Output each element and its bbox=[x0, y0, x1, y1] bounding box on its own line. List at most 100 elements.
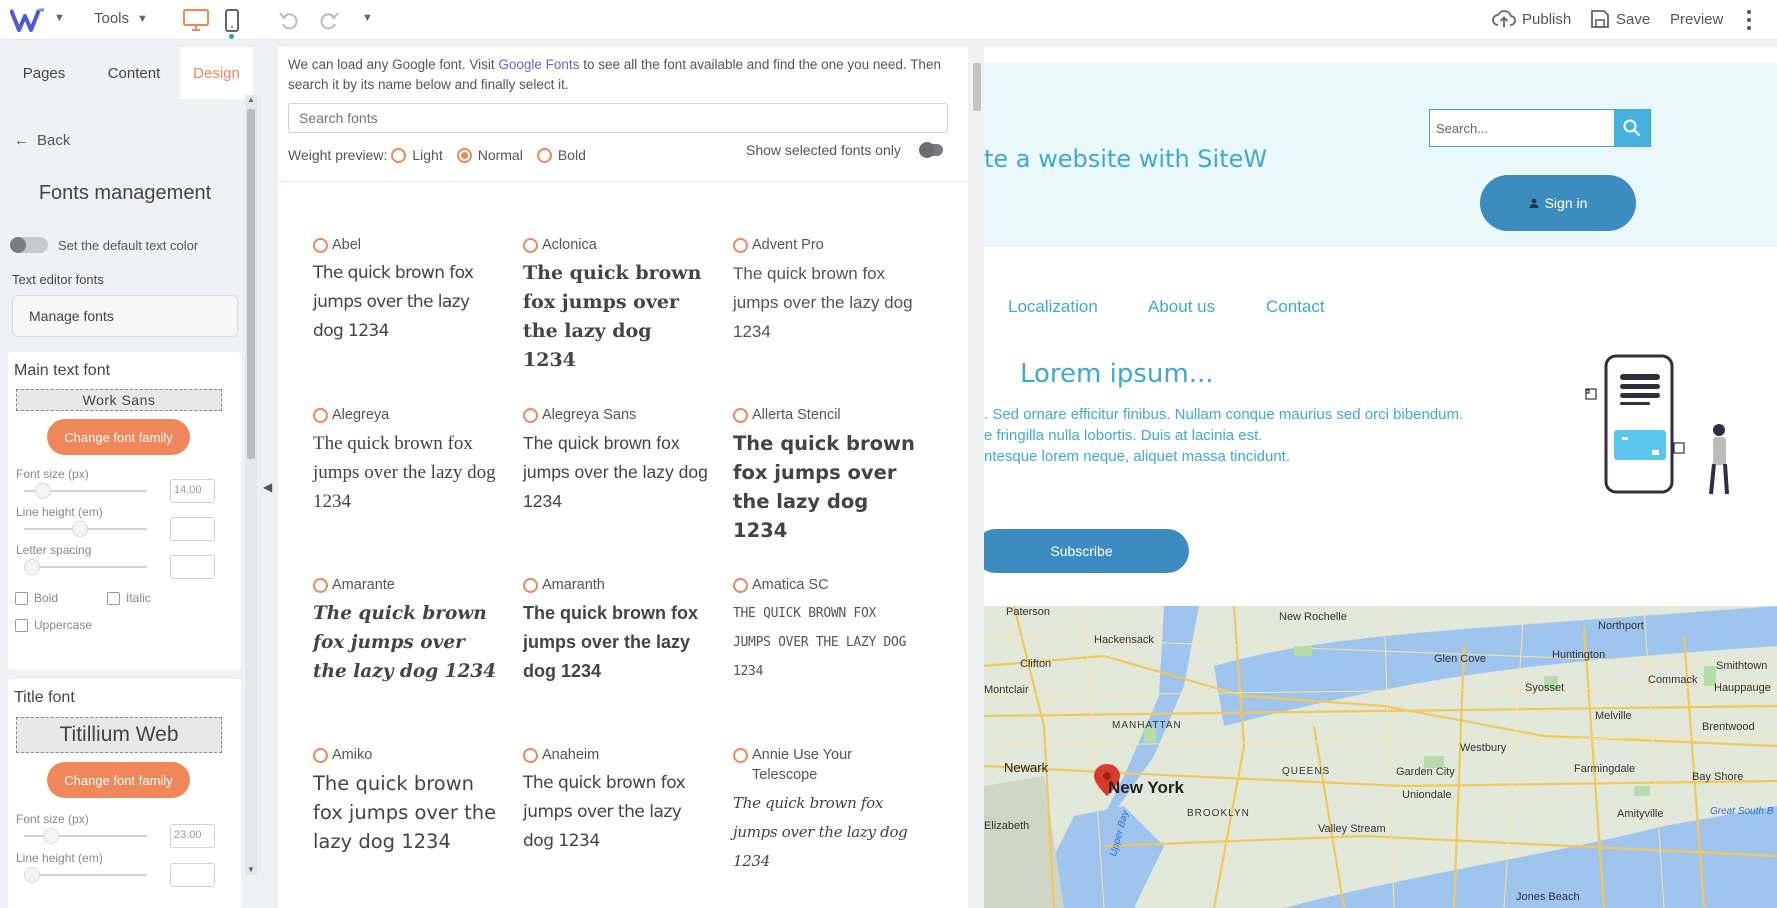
show-selected-toggle[interactable] bbox=[918, 142, 943, 158]
font-radio-alegreya[interactable] bbox=[313, 408, 328, 423]
sign-in-button[interactable]: Sign in bbox=[1480, 175, 1636, 231]
publish-button[interactable]: Publish bbox=[1492, 9, 1571, 29]
nav-about-us[interactable]: About us bbox=[1148, 297, 1215, 317]
main-text-font-card: Main text font Work Sans Change font fam… bbox=[8, 352, 241, 670]
font-radio-amaranth[interactable] bbox=[523, 578, 538, 593]
font-radio-amarante[interactable] bbox=[313, 578, 328, 593]
default-text-color-toggle[interactable] bbox=[10, 237, 48, 253]
title-line-height-input[interactable] bbox=[170, 863, 215, 887]
collapse-panel-icon[interactable]: ◀ bbox=[263, 480, 272, 494]
weight-normal-radio[interactable] bbox=[456, 147, 472, 163]
font-option-amiko[interactable]: Amiko The quick brown fox jumps over the… bbox=[313, 745, 498, 856]
title-font-size-slider[interactable] bbox=[24, 828, 147, 844]
font-option-amarante[interactable]: Amarante The quick brown fox jumps over … bbox=[313, 575, 498, 686]
letter-spacing-slider-thumb[interactable] bbox=[24, 559, 40, 575]
weight-bold-radio[interactable] bbox=[536, 147, 552, 163]
weight-normal-option[interactable]: Normal bbox=[453, 147, 523, 163]
tab-design[interactable]: Design bbox=[180, 47, 253, 99]
more-options-icon[interactable] bbox=[1744, 6, 1754, 34]
letter-spacing-input[interactable] bbox=[170, 555, 215, 579]
nav-localization[interactable]: Localization bbox=[1008, 297, 1098, 317]
uppercase-checkbox-box[interactable] bbox=[15, 618, 28, 632]
mobile-view-icon[interactable] bbox=[224, 9, 240, 33]
font-size-slider[interactable] bbox=[24, 483, 147, 499]
font-radio-amatica-sc[interactable] bbox=[733, 578, 748, 593]
nav-contact[interactable]: Contact bbox=[1266, 297, 1325, 317]
font-option-allerta-stencil[interactable]: Allerta Stencil The quick brown fox jump… bbox=[733, 405, 918, 545]
title-line-height-slider-thumb[interactable] bbox=[24, 867, 40, 883]
subscribe-button[interactable]: Subscribe bbox=[984, 529, 1189, 573]
weight-light-radio[interactable] bbox=[391, 147, 407, 163]
lorem-title: Lorem ipsum... bbox=[1020, 359, 1214, 389]
font-radio-alegreya-sans[interactable] bbox=[523, 408, 538, 423]
google-fonts-panel: We can load any Google font. Visit Googl… bbox=[278, 47, 968, 908]
search-fonts-input[interactable] bbox=[288, 103, 948, 133]
title-line-height-slider[interactable] bbox=[24, 867, 147, 883]
weight-light-option[interactable]: Light bbox=[387, 147, 443, 163]
font-option-amatica-sc[interactable]: Amatica SC The quick brown fox jumps ove… bbox=[733, 575, 918, 686]
bold-label: Bold bbox=[34, 591, 59, 605]
font-option-alegreya-sans[interactable]: Alegreya Sans The quick brown fox jumps … bbox=[523, 405, 708, 516]
site-search-input[interactable]: Search... bbox=[1430, 110, 1614, 146]
font-option-anaheim[interactable]: Anaheim The quick brown fox jumps over t… bbox=[523, 745, 708, 856]
uppercase-checkbox[interactable]: Uppercase bbox=[15, 618, 92, 632]
scroll-up-icon[interactable]: ▲ bbox=[247, 95, 255, 104]
tools-menu[interactable]: Tools ▼ bbox=[94, 10, 148, 27]
preview-button[interactable]: Preview bbox=[1670, 11, 1723, 28]
line-height-input[interactable] bbox=[170, 517, 215, 541]
map-label: Westbury bbox=[1460, 742, 1507, 754]
bold-checkbox[interactable]: Bold bbox=[15, 591, 58, 605]
line-height-slider[interactable] bbox=[24, 521, 147, 537]
letter-spacing-slider[interactable] bbox=[24, 559, 147, 575]
font-radio-amiko[interactable] bbox=[313, 748, 328, 763]
fonts-panel-scrollbar-thumb[interactable] bbox=[973, 63, 981, 111]
font-option-aclonica[interactable]: Aclonica The quick brown fox jumps over … bbox=[523, 235, 708, 375]
font-option-abel[interactable]: Abel The quick brown fox jumps over the … bbox=[313, 235, 498, 346]
font-radio-annie-use-your-telescope[interactable] bbox=[733, 748, 748, 763]
font-option-advent-pro[interactable]: Advent Pro The quick brown fox jumps ove… bbox=[733, 235, 918, 346]
font-sample: The quick brown fox jumps over the lazy … bbox=[523, 603, 699, 681]
redo-icon[interactable] bbox=[317, 8, 341, 32]
change-main-font-button[interactable]: Change font family bbox=[47, 419, 190, 455]
title-font-size-input[interactable]: 23.00 bbox=[170, 824, 215, 848]
change-title-font-button[interactable]: Change font family bbox=[47, 762, 190, 798]
font-size-slider-thumb[interactable] bbox=[34, 483, 51, 499]
sidebar-scrollbar[interactable]: ▲ ▼ bbox=[245, 95, 257, 875]
site-search-button[interactable] bbox=[1614, 110, 1650, 146]
font-name: Anaheim bbox=[542, 747, 600, 763]
undo-icon[interactable] bbox=[277, 8, 301, 32]
font-radio-aclonica[interactable] bbox=[523, 238, 538, 253]
save-button[interactable]: Save bbox=[1590, 9, 1650, 29]
fonts-intro-text: We can load any Google font. Visit Googl… bbox=[288, 55, 948, 95]
google-fonts-link[interactable]: Google Fonts bbox=[498, 57, 579, 72]
default-text-color-toggle-row[interactable]: Set the default text color bbox=[10, 237, 198, 253]
italic-checkbox[interactable]: Italic bbox=[107, 591, 151, 605]
desktop-view-icon[interactable] bbox=[183, 9, 209, 31]
scroll-down-icon[interactable]: ▼ bbox=[247, 865, 255, 874]
font-radio-anaheim[interactable] bbox=[523, 748, 538, 763]
font-option-annie-use-your-telescope[interactable]: Annie Use Your Telescope The quick brown… bbox=[733, 745, 918, 876]
history-chevron-icon[interactable]: ▼ bbox=[362, 12, 373, 24]
manage-fonts-button[interactable]: Manage fonts bbox=[12, 295, 238, 337]
tab-pages[interactable]: Pages bbox=[0, 47, 88, 99]
bold-checkbox-box[interactable] bbox=[15, 591, 28, 605]
font-option-amaranth[interactable]: Amaranth The quick brown fox jumps over … bbox=[523, 575, 708, 686]
font-option-alegreya[interactable]: Alegreya The quick brown fox jumps over … bbox=[313, 405, 498, 516]
tab-content[interactable]: Content bbox=[88, 47, 180, 99]
font-radio-abel[interactable] bbox=[313, 238, 328, 253]
location-map[interactable]: Paterson New Rochelle Northport Hackensa… bbox=[984, 606, 1777, 908]
title-font-size-slider-thumb[interactable] bbox=[43, 828, 60, 844]
site-search-box[interactable]: Search... bbox=[1429, 109, 1651, 147]
font-radio-advent-pro[interactable] bbox=[733, 238, 748, 253]
back-button[interactable]: ← Back bbox=[14, 132, 70, 149]
sitew-logo[interactable] bbox=[10, 6, 46, 34]
fonts-panel-scrollbar[interactable] bbox=[970, 47, 984, 908]
show-selected-toggle-row[interactable]: Show selected fonts only bbox=[746, 142, 943, 158]
italic-checkbox-box[interactable] bbox=[107, 591, 120, 605]
line-height-slider-thumb[interactable] bbox=[72, 521, 89, 537]
sidebar-scrollbar-thumb[interactable] bbox=[247, 109, 255, 459]
logo-menu-chevron-icon[interactable]: ▼ bbox=[54, 12, 65, 24]
font-radio-allerta-stencil[interactable] bbox=[733, 408, 748, 423]
weight-bold-option[interactable]: Bold bbox=[533, 147, 586, 163]
font-size-input[interactable]: 14.00 bbox=[170, 479, 215, 503]
